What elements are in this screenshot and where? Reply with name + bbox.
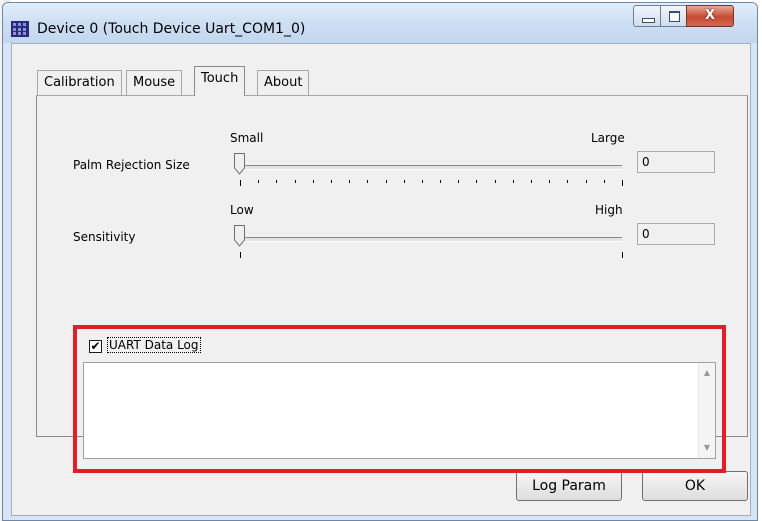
- tab-mouse[interactable]: Mouse: [126, 70, 183, 95]
- slider-tick: [258, 180, 260, 183]
- slider-tick: [622, 180, 623, 186]
- window-title: Device 0 (Touch Device Uart_COM1_0): [37, 21, 306, 37]
- slider-thumb[interactable]: [234, 153, 245, 175]
- dialog-client-area: Calibration Mouse Touch About Small Larg…: [11, 43, 751, 516]
- slider-tick: [294, 180, 296, 183]
- uart-log-checkbox-label[interactable]: UART Data Log: [107, 337, 201, 353]
- slider-tick: [458, 180, 460, 183]
- device-window: Device 0 (Touch Device Uart_COM1_0) X Ca…: [2, 2, 758, 521]
- title-bar[interactable]: Device 0 (Touch Device Uart_COM1_0) X: [3, 3, 757, 43]
- uart-log-checkbox[interactable]: ✔: [89, 340, 102, 353]
- tab-about[interactable]: About: [257, 70, 310, 95]
- tab-calibration[interactable]: Calibration: [37, 70, 122, 95]
- palm-max-label: Large: [591, 131, 625, 145]
- ok-button[interactable]: OK: [642, 471, 748, 501]
- palm-value-field[interactable]: 0: [637, 151, 715, 173]
- slider-tick: [622, 252, 623, 258]
- slider-tick: [476, 180, 478, 183]
- slider-tick: [240, 252, 241, 258]
- maximize-button[interactable]: [660, 5, 687, 27]
- slider-thumb[interactable]: [234, 225, 245, 247]
- log-vertical-scrollbar[interactable]: ▲ ▼: [698, 363, 715, 458]
- slider-track: [240, 165, 622, 170]
- sensitivity-slider[interactable]: [234, 223, 628, 253]
- palm-min-label: Small: [230, 131, 264, 145]
- minimize-button[interactable]: [633, 5, 661, 27]
- sensitivity-value-field[interactable]: 0: [637, 223, 715, 245]
- scroll-up-arrow-icon[interactable]: ▲: [699, 365, 715, 381]
- slider-tick: [349, 180, 351, 183]
- slider-track: [240, 237, 622, 242]
- sensitivity-max-label: High: [595, 203, 623, 217]
- sensitivity-label: Sensitivity: [73, 230, 136, 244]
- close-icon: X: [704, 8, 716, 23]
- slider-tick: [240, 180, 241, 186]
- slider-tick: [512, 180, 514, 183]
- uart-log-textarea[interactable]: ▲ ▼: [83, 362, 716, 459]
- tab-touch[interactable]: Touch: [194, 66, 246, 96]
- slider-tick: [494, 180, 496, 183]
- touch-tab-panel: Small Large Palm Rejection Size 0 Low Hi…: [36, 95, 748, 473]
- slider-tick: [276, 180, 278, 183]
- slider-tick: [567, 180, 569, 183]
- sensitivity-slider-ticks: [234, 252, 628, 258]
- close-button[interactable]: X: [686, 5, 734, 27]
- palm-rejection-label: Palm Rejection Size: [73, 158, 190, 172]
- uart-log-highlight: ✔ UART Data Log ▲ ▼: [73, 325, 726, 473]
- slider-tick: [603, 180, 605, 183]
- minimize-icon: [642, 18, 655, 23]
- log-param-button[interactable]: Log Param: [516, 471, 622, 501]
- grid-app-icon: [11, 21, 29, 37]
- slider-tick: [312, 180, 314, 183]
- slider-tick: [440, 180, 442, 183]
- slider-tick: [403, 180, 405, 183]
- maximize-icon: [669, 11, 680, 22]
- slider-tick: [385, 180, 387, 183]
- slider-tick: [585, 180, 587, 183]
- slider-tick: [421, 180, 423, 183]
- palm-slider-ticks: [234, 180, 628, 186]
- slider-tick: [367, 180, 369, 183]
- slider-tick: [330, 180, 332, 183]
- scroll-down-arrow-icon[interactable]: ▼: [699, 440, 715, 456]
- palm-rejection-slider[interactable]: [234, 151, 628, 181]
- slider-tick: [531, 180, 533, 183]
- slider-tick: [549, 180, 551, 183]
- sensitivity-min-label: Low: [230, 203, 254, 217]
